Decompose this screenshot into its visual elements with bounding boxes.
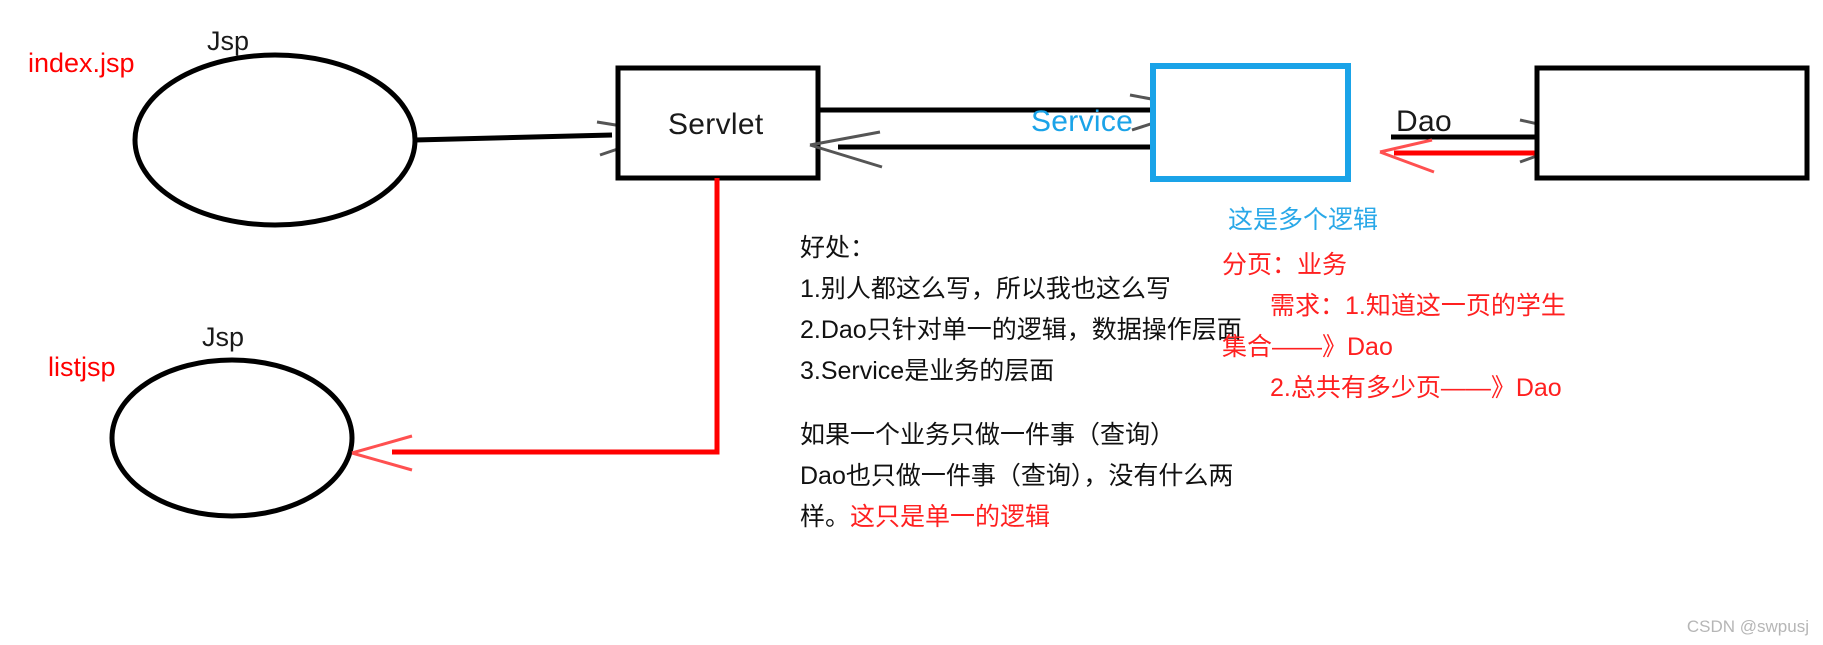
single-logic-line-1: 如果一个业务只做一件事（查询） xyxy=(800,421,1176,449)
index-jsp-tag: index.jsp xyxy=(28,48,135,78)
multi-logic-annotation: 这是多个逻辑 xyxy=(1228,206,1379,234)
paging-line-3: 集合——》Dao xyxy=(1222,333,1393,361)
paging-annotation: 分页：业务 需求：1.知道这一页的学生 集合——》Dao 2.总共有多少页——》… xyxy=(1222,245,1566,409)
benefits-line-2: 2.Dao只针对单一的逻辑，数据操作层面 xyxy=(800,316,1242,344)
paging-line-2: 需求：1.知道这一页的学生 xyxy=(1270,292,1566,320)
paging-line-4: 2.总共有多少页——》Dao xyxy=(1270,374,1562,402)
dao-label: Dao xyxy=(1396,105,1452,138)
list-jsp-tag: listjsp xyxy=(48,352,116,382)
arrow-servlet-to-service-head xyxy=(1129,93,1201,132)
arrow-indexjsp-to-servlet xyxy=(414,132,613,143)
benefits-line-1: 1.别人都这么写，所以我也这么写 xyxy=(800,275,1171,303)
index-jsp-caption: Jsp xyxy=(207,26,250,56)
service-label: Service xyxy=(1031,105,1134,138)
arrow-service-to-servlet-head xyxy=(809,130,883,169)
arrow-dao-to-service-head xyxy=(1379,138,1435,174)
diagram-canvas: index.jsp Jsp listjsp Jsp Servlet Servic… xyxy=(0,0,1823,645)
benefits-line-3: 3.Service是业务的层面 xyxy=(800,357,1055,385)
dao-box xyxy=(1534,65,1810,181)
paging-line-1: 分页：业务 xyxy=(1222,251,1348,279)
service-box xyxy=(1150,63,1351,182)
watermark: CSDN @swpusj xyxy=(1686,617,1809,636)
arrow-service-to-dao-head xyxy=(1519,118,1593,164)
single-logic-line-3-black: 样。 xyxy=(800,503,851,531)
index-jsp-ellipse xyxy=(132,52,418,228)
arrow-indexjsp-to-servlet-head xyxy=(596,120,666,157)
single-logic-line-3-red: 这只是单一的逻辑 xyxy=(850,503,1051,531)
list-jsp-ellipse xyxy=(109,357,355,519)
arrow-servlet-to-listjsp-head xyxy=(351,434,413,472)
list-jsp-caption: Jsp xyxy=(202,322,245,352)
arrow-servlet-to-listjsp xyxy=(392,178,720,455)
single-logic-line-2: Dao也只做一件事（查询），没有什么两 xyxy=(800,462,1234,490)
single-logic-line-3: 样。这只是单一的逻辑 xyxy=(800,497,1233,538)
benefits-note: 好处： 1.别人都这么写，所以我也这么写 2.Dao只针对单一的逻辑，数据操作层… xyxy=(800,228,1242,392)
benefits-line-0: 好处： xyxy=(800,234,876,262)
single-logic-note: 如果一个业务只做一件事（查询） Dao也只做一件事（查询），没有什么两 样。这只… xyxy=(800,415,1233,538)
servlet-label: Servlet xyxy=(668,108,764,141)
